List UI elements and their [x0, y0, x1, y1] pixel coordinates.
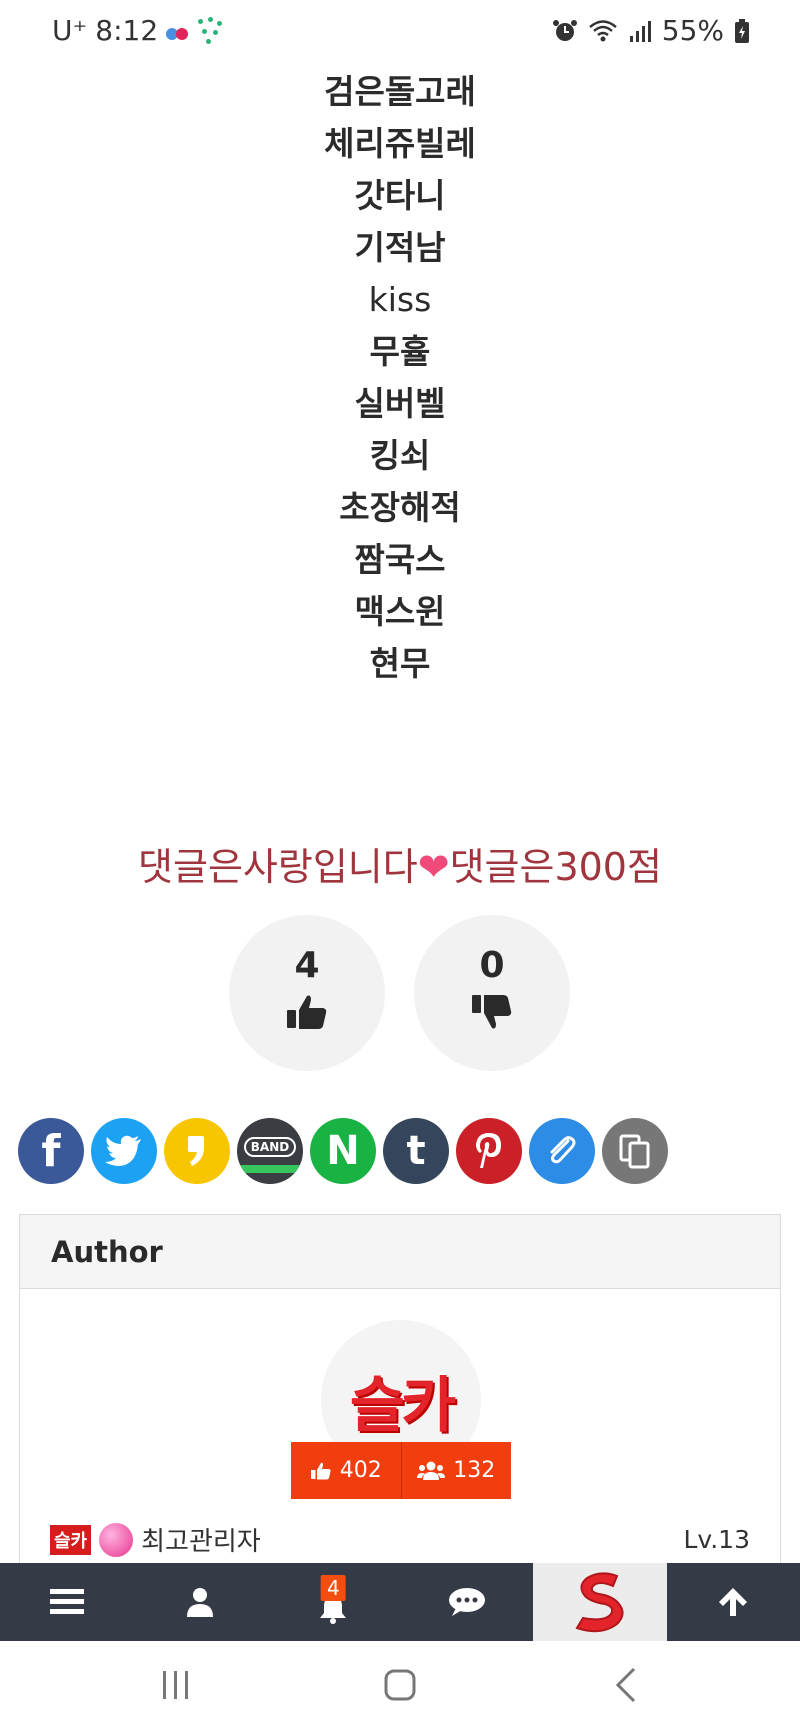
- comment-text-before: 댓글은사랑입니다: [138, 845, 418, 889]
- carrier-label: U⁺: [52, 14, 88, 47]
- share-link-button[interactable]: [529, 1118, 595, 1184]
- app-dots-icon: [196, 16, 224, 45]
- status-right: 55%: [552, 14, 750, 47]
- name-list: 검은돌고래 체리쥬빌레 갓타니 기적남 kiss 무휼 실버벨 킹쇠 초장해적 …: [0, 66, 800, 690]
- copy-text-button[interactable]: [602, 1118, 668, 1184]
- battery-icon: [735, 18, 749, 43]
- share-facebook-button[interactable]: f: [18, 1118, 84, 1184]
- avatar-logo: 슬카: [349, 1370, 456, 1441]
- thumbs-up-icon: [287, 995, 327, 1029]
- share-kakaostory-button[interactable]: [164, 1118, 230, 1184]
- alarm-icon: [552, 19, 577, 41]
- chat-button[interactable]: [400, 1563, 533, 1641]
- app-notification-icon: [166, 14, 189, 47]
- kakaostory-icon: [188, 1136, 204, 1166]
- author-stats: 402 132: [291, 1442, 511, 1499]
- share-naver-button[interactable]: N: [310, 1118, 376, 1184]
- users-icon: [417, 1461, 446, 1480]
- app-bottom-nav: 4: [0, 1563, 800, 1641]
- paperclip-icon: [550, 1136, 576, 1164]
- heart-icon: ❤: [417, 845, 450, 889]
- battery-percent: 55%: [661, 14, 724, 47]
- copy-icon: [619, 1134, 650, 1169]
- list-item: 체리쥬빌레: [324, 124, 476, 163]
- band-icon: BAND: [237, 1129, 303, 1173]
- site-badge: 슬카: [50, 1524, 92, 1555]
- tumblr-icon: t: [406, 1128, 426, 1174]
- scroll-top-button[interactable]: [667, 1563, 800, 1641]
- thumbs-up-icon: [310, 1462, 331, 1479]
- recent-apps-button[interactable]: [160, 1665, 192, 1705]
- comment-text-after: 댓글은300점: [449, 845, 662, 889]
- facebook-icon: f: [41, 1125, 61, 1177]
- list-item: 무휼: [369, 332, 431, 371]
- list-item: 킹쇠: [369, 436, 431, 475]
- share-buttons: f BAND N t: [18, 1118, 668, 1184]
- downvote-button[interactable]: 0: [414, 915, 570, 1071]
- share-band-button[interactable]: BAND: [237, 1118, 303, 1184]
- downvote-count: 0: [479, 945, 505, 986]
- list-item: 갓타니: [354, 176, 446, 215]
- author-meta: 슬카 최고관리자 Lv.13: [50, 1521, 750, 1558]
- author-role[interactable]: 최고관리자: [141, 1521, 261, 1558]
- user-icon: [186, 1588, 213, 1617]
- pinterest-icon: [476, 1133, 501, 1168]
- clock: 8:12: [95, 14, 159, 47]
- wifi-icon: [588, 19, 617, 41]
- back-button[interactable]: [614, 1665, 638, 1705]
- author-header: Author: [20, 1215, 780, 1289]
- author-card: Author 슬카 402 132 슬카 최고관리자 Lv.13: [19, 1214, 781, 1574]
- author-likes[interactable]: 402: [291, 1442, 401, 1499]
- author-level: Lv.13: [683, 1525, 750, 1554]
- list-item: 실버벨: [354, 384, 446, 423]
- list-item: 초장해적: [339, 488, 461, 527]
- menu-button[interactable]: [0, 1563, 133, 1641]
- share-twitter-button[interactable]: [91, 1118, 157, 1184]
- site-logo-button[interactable]: [533, 1563, 667, 1641]
- home-button[interactable]: [383, 1665, 417, 1705]
- status-bar: U⁺ 8:12 55%: [0, 0, 800, 62]
- list-item: 맥스윈: [354, 592, 446, 631]
- list-item: 현무: [369, 644, 431, 683]
- notifications-button[interactable]: 4: [267, 1563, 400, 1641]
- notification-badge: 4: [320, 1575, 346, 1601]
- chat-icon: [448, 1588, 485, 1616]
- signal-icon: [629, 20, 651, 42]
- upvote-button[interactable]: 4: [229, 915, 385, 1071]
- list-item: 짬국스: [354, 540, 446, 579]
- list-item: 검은돌고래: [324, 72, 476, 111]
- twitter-icon: [105, 1135, 141, 1166]
- upvote-count: 4: [294, 945, 320, 986]
- arrow-up-icon: [719, 1588, 748, 1616]
- system-nav-bar: [0, 1641, 800, 1734]
- level-orb-icon: [99, 1522, 134, 1557]
- share-tumblr-button[interactable]: t: [383, 1118, 449, 1184]
- author-followers[interactable]: 132: [400, 1442, 512, 1499]
- site-logo-icon: [575, 1572, 624, 1633]
- thumbs-down-icon: [472, 995, 512, 1029]
- profile-button[interactable]: [133, 1563, 266, 1641]
- list-item: kiss: [368, 280, 432, 319]
- likes-count: 402: [339, 1458, 382, 1483]
- hamburger-icon: [49, 1589, 84, 1614]
- list-item: 기적남: [354, 228, 446, 267]
- share-pinterest-button[interactable]: [456, 1118, 522, 1184]
- followers-count: 132: [453, 1458, 496, 1483]
- comment-banner: 댓글은사랑입니다❤댓글은300점: [0, 836, 800, 891]
- naver-icon: N: [326, 1128, 360, 1174]
- status-left: U⁺ 8:12: [52, 14, 224, 47]
